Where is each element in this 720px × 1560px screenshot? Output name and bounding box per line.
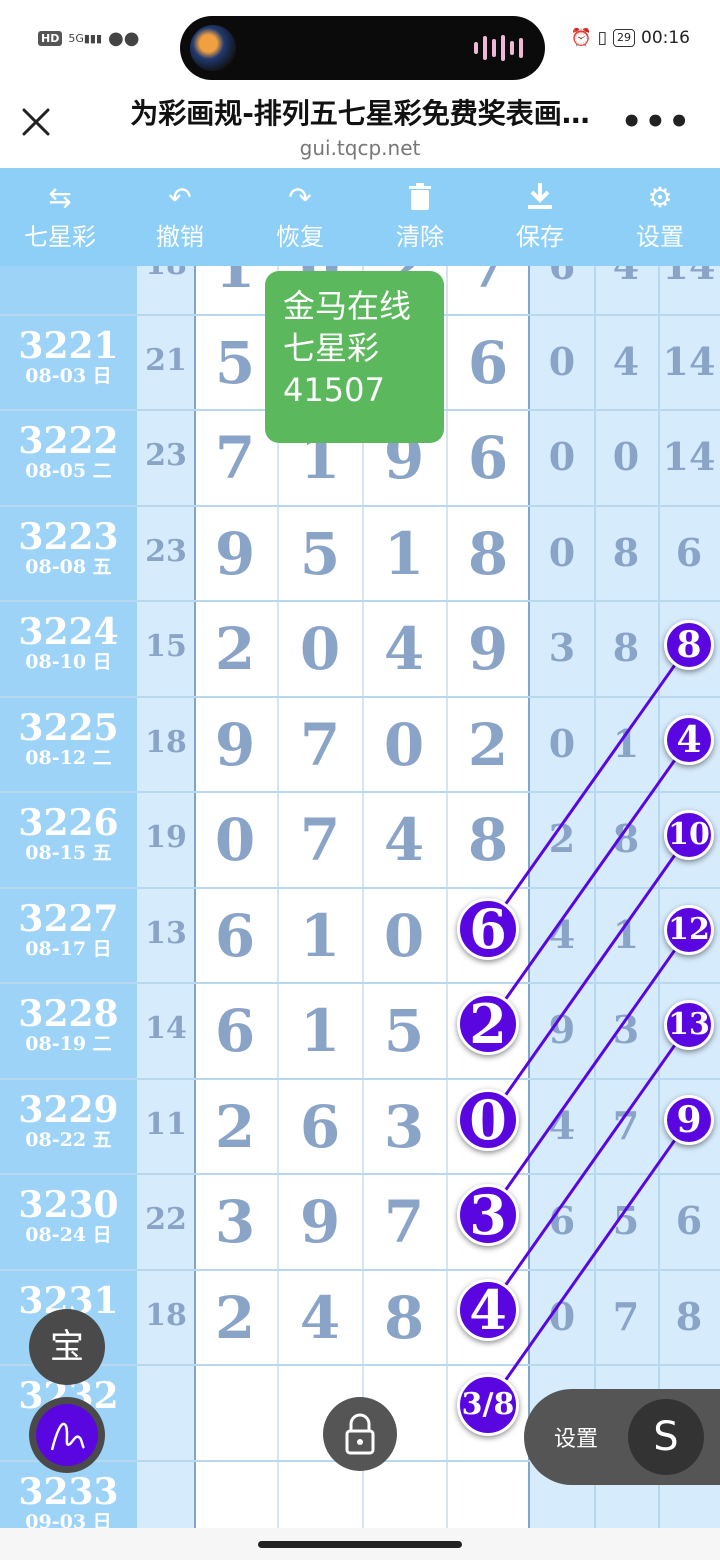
marker-ball[interactable]: 2: [457, 993, 519, 1055]
marker-ball[interactable]: 3/8: [457, 1374, 519, 1436]
vibrate-icon: ▯: [597, 28, 607, 48]
s-curve-icon: S: [653, 1414, 679, 1460]
wechat-icon: ●●: [108, 28, 140, 49]
lottery-chart-grid[interactable]: 08-01 五1810276414322108-03 日215604143222…: [0, 266, 720, 1528]
lock-icon: [345, 1413, 375, 1455]
treasure-button[interactable]: 宝: [29, 1309, 105, 1385]
toolbar-settings-button[interactable]: ⚙ 设置: [600, 168, 720, 266]
settings-label: 设置: [554, 1427, 599, 1452]
media-avatar: [190, 25, 236, 71]
marker-ball[interactable]: 3: [457, 1184, 519, 1246]
status-right: ⏰ ▯ 29 00:16: [570, 28, 690, 48]
network-label: 5G: [68, 31, 84, 45]
status-left: HD 5G▮▮▮ ●●: [38, 28, 139, 49]
connection-line: [486, 1024, 691, 1311]
toolbar-clear-button[interactable]: 清除: [360, 168, 480, 266]
hd-badge: HD: [38, 31, 63, 46]
page-url: gui.tqcp.net: [299, 136, 421, 160]
battery-icon: 29: [613, 29, 635, 47]
popup-line-2: 七星彩: [283, 329, 380, 367]
toolbar: ⇆ 七星彩 ↶ 撤销 ↷ 恢复 清除 保存 ⚙ 设置: [0, 168, 720, 266]
undo-icon: ↶: [168, 180, 192, 214]
toolbar-label: 保存: [516, 222, 564, 251]
marker-ball[interactable]: 8: [664, 620, 714, 670]
popup-line-1: 金马在线: [283, 287, 412, 325]
toolbar-lottery-type-button[interactable]: ⇆ 七星彩: [0, 168, 120, 266]
swap-icon: ⇆: [48, 180, 72, 214]
toolbar-undo-button[interactable]: ↶ 撤销: [120, 168, 240, 266]
toolbar-label: 设置: [636, 222, 684, 251]
pen-icon: [36, 1404, 98, 1466]
marker-ball[interactable]: 0: [457, 1089, 519, 1151]
marker-ball[interactable]: 9: [664, 1095, 714, 1145]
redo-icon: ↷: [288, 180, 312, 214]
connection-line: [486, 644, 691, 930]
home-indicator[interactable]: [258, 1541, 462, 1548]
toolbar-label: 撤销: [156, 222, 204, 251]
more-menu-icon[interactable]: •••: [621, 102, 692, 142]
draw-pen-button[interactable]: [29, 1397, 105, 1473]
marker-ball[interactable]: 10: [664, 810, 714, 860]
toolbar-label: 恢复: [276, 222, 324, 251]
close-icon[interactable]: [18, 104, 54, 140]
browser-title-bar: 为彩画规-排列五七星彩免费奖表画… gui.tqcp.net •••: [0, 80, 720, 170]
treasure-label: 宝: [50, 1327, 84, 1367]
alarm-icon: ⏰: [570, 28, 592, 48]
gesture-bar: [0, 1528, 720, 1560]
marker-ball[interactable]: 4: [664, 715, 714, 765]
marker-ball[interactable]: 13: [664, 1000, 714, 1050]
s-curve-button[interactable]: S: [628, 1399, 704, 1475]
connection-line: [486, 739, 691, 1025]
lock-button[interactable]: [323, 1397, 397, 1471]
audio-wave-icon: [474, 34, 523, 62]
toolbar-save-button[interactable]: 保存: [480, 168, 600, 266]
popup-line-3: 41507: [283, 371, 385, 409]
marker-ball[interactable]: 6: [457, 898, 519, 960]
connection-line: [486, 929, 691, 1216]
trash-icon: [408, 182, 432, 215]
gear-icon: ⚙: [647, 180, 673, 214]
toolbar-redo-button[interactable]: ↷ 恢复: [240, 168, 360, 266]
connection-lines: [486, 644, 691, 1406]
dynamic-island[interactable]: [180, 16, 545, 80]
marker-ball[interactable]: 12: [664, 905, 714, 955]
settings-panel-toggle[interactable]: 设置 S: [524, 1389, 720, 1485]
status-bar: HD 5G▮▮▮ ●● ⏰ ▯ 29 00:16: [0, 0, 720, 80]
toolbar-label: 七星彩: [24, 222, 96, 251]
marker-ball[interactable]: 4: [457, 1279, 519, 1341]
connection-line: [486, 1119, 691, 1406]
download-icon: [527, 182, 553, 215]
toolbar-label: 清除: [396, 222, 444, 251]
connection-line: [486, 834, 691, 1121]
signal-icon: 5G▮▮▮: [68, 31, 103, 45]
clock: 00:16: [641, 28, 690, 48]
lottery-info-popup[interactable]: 金马在线 七星彩 41507: [265, 271, 444, 443]
page-title: 为彩画规-排列五七星彩免费奖表画…: [130, 97, 590, 130]
